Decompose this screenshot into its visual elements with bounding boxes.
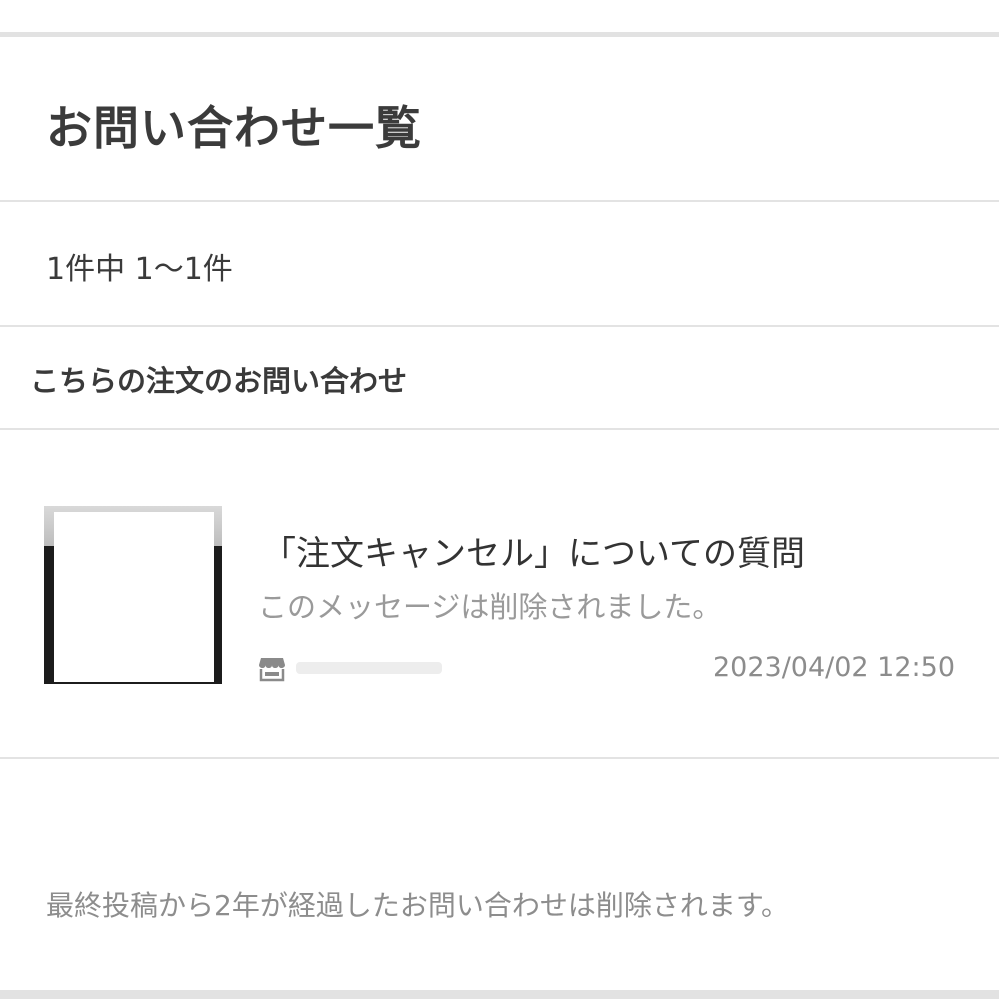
page-title: お問い合わせ一覧 — [46, 101, 422, 155]
divider — [0, 757, 999, 759]
shop-name-redacted — [296, 654, 442, 680]
divider — [0, 428, 999, 430]
bottom-bar — [0, 990, 999, 999]
top-bar — [0, 0, 999, 37]
divider — [0, 200, 999, 202]
retention-notice: 最終投稿から2年が経過したお問い合わせは削除されます。 — [46, 889, 790, 922]
inquiry-message-preview: このメッセージは削除されました。 — [258, 590, 722, 624]
storefront-icon — [259, 658, 285, 682]
product-thumbnail — [44, 506, 222, 684]
result-count: 1件中 1〜1件 — [46, 252, 233, 287]
inquiry-date: 2023/04/02 12:50 — [712, 652, 955, 683]
section-heading: こちらの注文のお問い合わせ — [30, 364, 408, 398]
divider — [0, 325, 999, 327]
inquiry-title: 「注文キャンセル」についての質問 — [262, 534, 805, 574]
inquiry-list-item[interactable]: 「注文キャンセル」についての質問 このメッセージは削除されました。 2023/0… — [0, 432, 999, 758]
